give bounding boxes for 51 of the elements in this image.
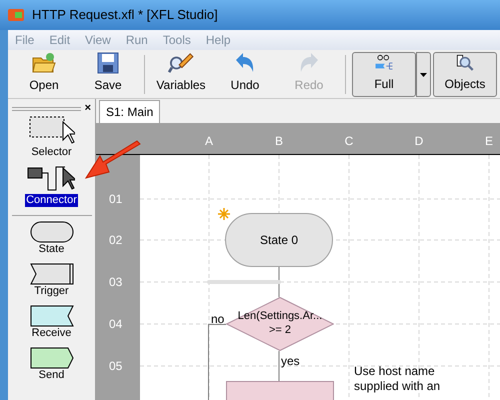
- objects-button[interactable]: Objects: [433, 52, 497, 97]
- caret-icon: [420, 72, 427, 76]
- row-label: 01: [109, 192, 122, 206]
- window-title: HTTP Request.xfl * [XFL Studio]: [32, 6, 218, 24]
- undo-arrow-icon: [234, 52, 256, 74]
- palette-item-label: Selector: [30, 146, 73, 159]
- full-button[interactable]: Full: [352, 52, 416, 97]
- branch-label: yes: [281, 353, 300, 370]
- tab[interactable]: S1: Main: [99, 100, 160, 123]
- folder-icon: [32, 52, 56, 74]
- redo-arrow-icon: [298, 52, 320, 74]
- branch-label: no: [211, 311, 224, 328]
- state-label: State 0: [260, 232, 298, 249]
- column-label: A: [204, 133, 214, 150]
- receive-shape-icon: [30, 305, 74, 327]
- row-label: 05: [109, 359, 122, 373]
- open-button[interactable]: Open: [12, 52, 76, 97]
- dropdown-button[interactable]: [416, 52, 431, 97]
- trigger-shape-icon: [30, 263, 74, 285]
- rounded-state-icon: [30, 221, 74, 243]
- variables-button[interactable]: Variables: [149, 52, 213, 97]
- undo-button[interactable]: Undo: [213, 52, 277, 97]
- palette-item[interactable]: Send: [30, 347, 74, 382]
- palette-item-label: Connector: [25, 194, 78, 207]
- row-label: 02: [109, 233, 122, 247]
- app-icon: [8, 7, 24, 23]
- palette-item[interactable]: Trigger: [30, 263, 74, 298]
- palette-item-label: Trigger: [33, 285, 70, 298]
- column-label: D: [414, 133, 424, 150]
- dashed-cursor-icon: [28, 116, 74, 146]
- row-label: 03: [109, 275, 122, 289]
- palette-item-label: State: [38, 243, 66, 256]
- magnifier-pencil-icon: [167, 52, 195, 74]
- palette-grip: [12, 106, 81, 110]
- palette-item-label: Receive: [30, 327, 72, 340]
- connector-line: [278, 351, 280, 381]
- palette-item[interactable]: Connector: [25, 166, 78, 207]
- column-label: E: [484, 133, 494, 150]
- row-label: 04: [109, 317, 122, 331]
- decision-label: Len(Settings.Ar... >= 2: [238, 309, 322, 337]
- close-button[interactable]: ×: [84, 103, 91, 114]
- column-label: C: [344, 133, 354, 150]
- column-label: B: [274, 133, 284, 150]
- palette-item-label: Send: [38, 369, 66, 382]
- palette-item[interactable]: Selector: [28, 116, 74, 159]
- connector-line: [278, 267, 280, 297]
- note-text: Use host name supplied with an: [354, 364, 440, 394]
- save-button[interactable]: Save: [76, 52, 140, 97]
- palette-item[interactable]: Receive: [30, 305, 74, 340]
- palette-item[interactable]: State: [30, 221, 74, 256]
- send-shape-icon: [30, 347, 74, 369]
